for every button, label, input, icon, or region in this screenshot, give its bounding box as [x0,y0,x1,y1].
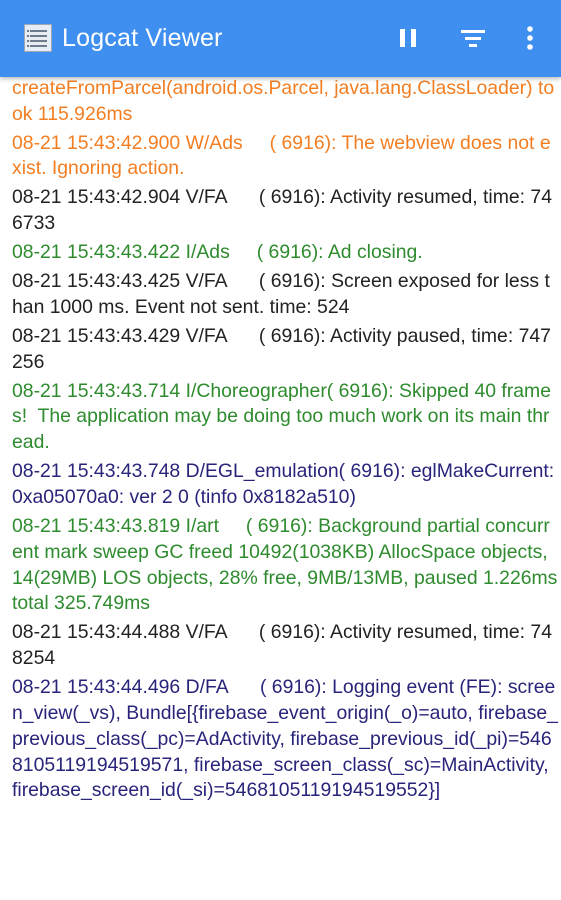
log-entry[interactable]: 08-21 15:43:43.714 I/Choreographer( 6916… [12,379,558,456]
log-list-icon [24,24,52,52]
more-vert-icon [527,26,533,50]
log-entry[interactable]: 08-21 15:43:42.904 V/FA ( 6916): Activit… [12,185,558,237]
log-entry[interactable]: 08-21 15:43:43.425 V/FA ( 6916): Screen … [12,269,558,321]
log-entry[interactable]: 08-21 15:43:43.429 V/FA ( 6916): Activit… [12,324,558,376]
app-bar: Logcat Viewer [0,0,561,77]
pause-button[interactable] [390,20,426,56]
logcat-screen: of java.lang.Object android.support.v4.v… [0,0,561,900]
log-entry[interactable]: 08-21 15:43:43.748 D/EGL_emulation( 6916… [12,459,558,511]
app-title: Logcat Viewer [62,24,223,52]
log-entry[interactable]: 08-21 15:43:44.488 V/FA ( 6916): Activit… [12,620,558,672]
filter-icon [461,30,485,47]
filter-button[interactable] [455,20,491,56]
pause-icon [400,29,416,47]
log-list[interactable]: of java.lang.Object android.support.v4.v… [0,50,561,900]
log-entry[interactable]: 08-21 15:43:44.496 D/FA ( 6916): Logging… [12,675,558,804]
log-entry[interactable]: 08-21 15:43:42.900 W/Ads ( 6916): The we… [12,131,558,183]
more-options-button[interactable] [512,20,548,56]
log-entry[interactable]: 08-21 15:43:43.422 I/Ads ( 6916): Ad clo… [12,240,558,266]
log-entry[interactable]: 08-21 15:43:43.819 I/art ( 6916): Backgr… [12,514,558,617]
